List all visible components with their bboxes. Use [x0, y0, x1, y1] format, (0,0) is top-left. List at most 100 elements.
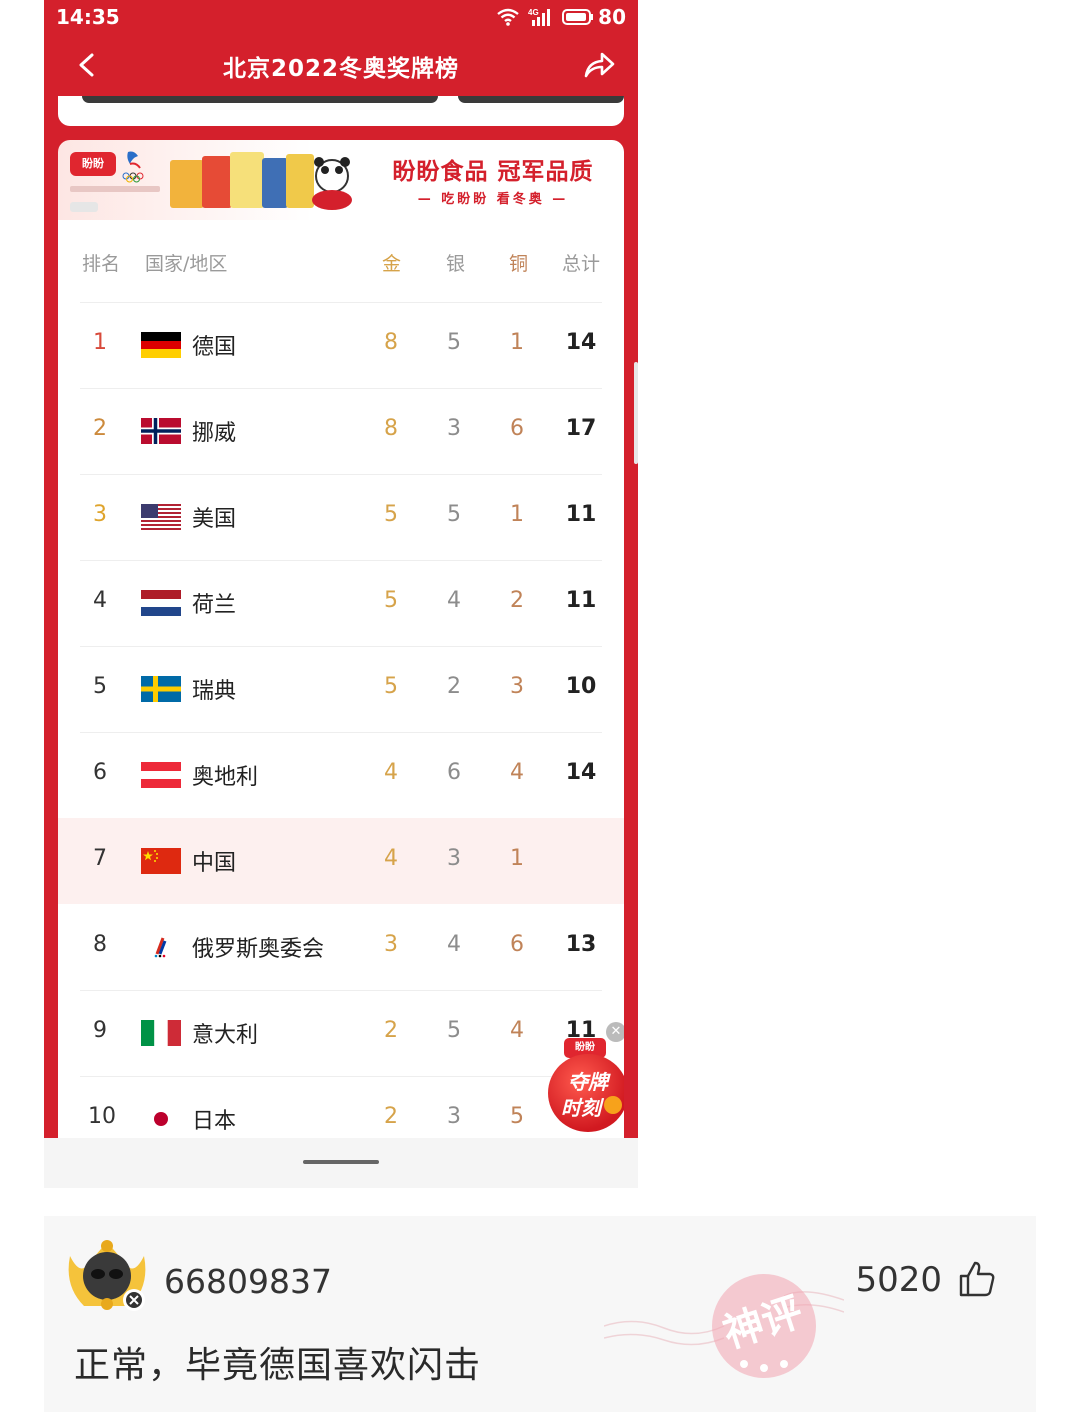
table-row[interactable]: 6 奥地利 4 6 4 14	[58, 732, 624, 818]
row-divider	[80, 732, 602, 733]
status-bar: 14:35 4G 80	[44, 0, 638, 36]
bronze-cell: 6	[510, 416, 524, 441]
bronze-cell: 6	[510, 932, 524, 957]
row-divider	[80, 646, 602, 647]
table-row[interactable]: 2 挪威 8 3 6 17	[58, 388, 624, 474]
silver-cell: 4	[447, 932, 461, 957]
row-divider	[80, 1076, 602, 1077]
slogan-sub: — 吃盼盼 看冬奥 —	[417, 192, 569, 207]
thumbs-up-icon[interactable]	[958, 1260, 996, 1298]
rank-cell: 3	[93, 502, 107, 527]
country-cell: 挪威	[192, 421, 237, 446]
rank-cell: 8	[93, 932, 107, 957]
silver-cell: 5	[447, 502, 461, 527]
rank-cell: 2	[93, 416, 107, 441]
japan-flag-icon	[141, 1106, 181, 1132]
home-indicator[interactable]	[303, 1160, 379, 1164]
silver-cell: 5	[447, 330, 461, 355]
silver-cell: 6	[447, 760, 461, 785]
austria-flag-icon	[141, 762, 181, 788]
gold-cell: 8	[384, 330, 398, 355]
silver-cell: 5	[447, 1018, 461, 1043]
row-divider	[80, 302, 602, 303]
bronze-cell: 2	[510, 588, 524, 613]
gold-cell: 3	[384, 932, 398, 957]
rank-cell: 7	[93, 846, 107, 871]
country-cell: 奥地利	[192, 765, 259, 790]
roc-emblem-icon	[141, 934, 181, 960]
rank-cell: 5	[93, 674, 107, 699]
banner-slogan: 盼盼食品 冠军品质 — 吃盼盼 看冬奥 —	[378, 152, 608, 207]
user-avatar[interactable]	[64, 1236, 150, 1316]
row-divider	[80, 388, 602, 389]
gold-cell: 5	[384, 588, 398, 613]
total-cell: 14	[565, 330, 597, 355]
wifi-icon	[497, 8, 519, 26]
norway-flag-icon	[141, 418, 181, 444]
row-divider	[80, 990, 602, 991]
country-cell: 荷兰	[192, 593, 237, 618]
table-row[interactable]: 9 意大利 2 5 4 11	[58, 990, 624, 1076]
germany-flag-icon	[141, 332, 181, 358]
total-cell: 14	[565, 760, 597, 785]
username[interactable]: 66809837	[164, 1262, 332, 1301]
image-strip	[458, 96, 624, 103]
bronze-cell: 4	[510, 1018, 524, 1043]
ad-tag	[70, 202, 98, 212]
header-gold: 金	[382, 253, 402, 275]
table-row[interactable]: 10 日本 2 3 5 10	[58, 1076, 624, 1138]
table-row[interactable]: 4 荷兰 5 4 2 11	[58, 560, 624, 646]
country-cell: 俄罗斯奥委会	[192, 937, 325, 962]
comment-card: 66809837 5020 神评 正常，毕竟德国喜欢闪击	[44, 1216, 1036, 1412]
product-images	[170, 152, 352, 210]
gold-cell: 5	[384, 674, 398, 699]
share-icon[interactable]	[582, 50, 616, 80]
row-divider	[80, 560, 602, 561]
slogan-main: 盼盼食品 冠军品质	[392, 159, 594, 185]
gold-cell: 5	[384, 502, 398, 527]
bronze-cell: 1	[510, 330, 524, 355]
header-total: 总计	[562, 253, 601, 275]
total-cell: 11	[565, 502, 597, 527]
play-icon	[604, 1096, 622, 1114]
total-cell: 17	[565, 416, 597, 441]
header-silver: 银	[446, 253, 466, 275]
rank-cell: 4	[93, 588, 107, 613]
bottom-bar	[44, 1138, 638, 1188]
floating-promo-badge[interactable]: 盼盼 夺牌 时刻	[542, 1020, 624, 1138]
image-strip	[82, 96, 438, 103]
bronze-cell: 3	[510, 674, 524, 699]
table-row-highlighted[interactable]: 7 中国 4 3 1	[58, 818, 624, 904]
bronze-cell: 1	[510, 846, 524, 871]
sponsor-banner[interactable]: 盼盼 盼盼食品 冠军品质 — 吃盼盼 看冬奥 —	[58, 140, 624, 220]
italy-flag-icon	[141, 1020, 181, 1046]
status-icons: 4G 80	[496, 5, 626, 29]
gold-cell: 2	[384, 1018, 398, 1043]
silver-cell: 2	[447, 674, 461, 699]
comment-text: 正常，毕竟德国喜欢闪击	[74, 1345, 482, 1386]
country-cell: 美国	[192, 507, 237, 532]
promo-circle: 夺牌 时刻	[548, 1054, 624, 1132]
table-row[interactable]: 8 俄罗斯奥委会 3 4 6 13	[58, 904, 624, 990]
battery-indicator: 80	[562, 5, 626, 29]
header-bronze: 铜	[509, 253, 529, 275]
header-country: 国家/地区	[145, 253, 228, 275]
table-header: 排名 国家/地区 金 银 铜 总计	[58, 220, 624, 302]
gold-cell: 8	[384, 416, 398, 441]
medal-table: 排名 国家/地区 金 银 铜 总计 1 德国 8 5 1 14 2 挪威 8 3…	[58, 220, 624, 1138]
row-divider	[80, 474, 602, 475]
table-row[interactable]: 5 瑞典 5 2 3 10	[58, 646, 624, 732]
gold-cell: 4	[384, 760, 398, 785]
battery-icon	[562, 9, 594, 25]
rank-cell: 10	[88, 1104, 116, 1129]
table-row[interactable]: 1 德国 8 5 1 14	[58, 302, 624, 388]
fine-print	[70, 186, 160, 192]
brand-logo: 盼盼	[70, 152, 116, 176]
scrollbar[interactable]	[634, 362, 638, 464]
rank-cell: 9	[93, 1018, 107, 1043]
promo-line-1: 夺牌	[568, 1070, 608, 1094]
usa-flag-icon	[141, 504, 181, 530]
gold-cell: 4	[384, 846, 398, 871]
table-row[interactable]: 3 美国 5 5 1 11	[58, 474, 624, 560]
silver-cell: 3	[447, 846, 461, 871]
